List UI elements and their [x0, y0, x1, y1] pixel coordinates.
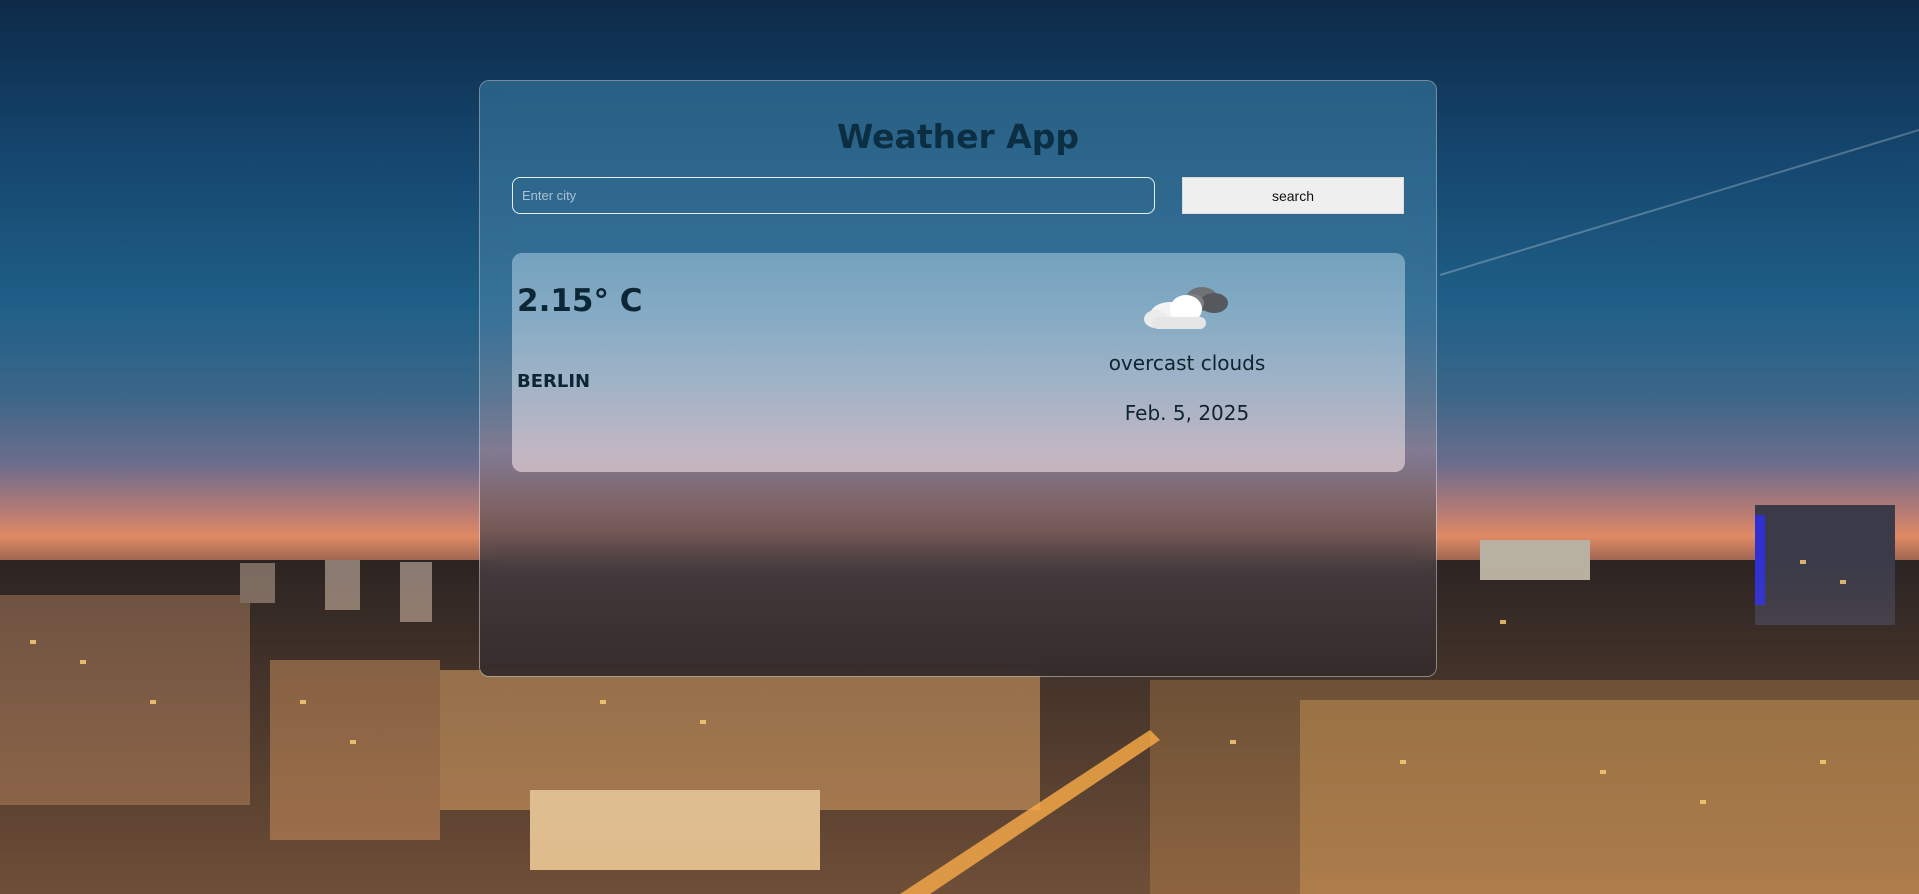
city-search-input[interactable]	[512, 177, 1155, 214]
temperature-value: 2.15° C	[517, 283, 643, 319]
city-name: BERLIN	[517, 371, 591, 392]
cloud-icon	[1144, 287, 1228, 329]
search-button[interactable]: search	[1182, 177, 1404, 214]
app-title: Weather App	[836, 117, 1080, 156]
weather-date: Feb. 5, 2025	[1124, 401, 1250, 425]
weather-app-card: Weather App search 2.15° C BERLIN overca…	[479, 80, 1437, 677]
weather-result-panel: 2.15° C BERLIN overcast clouds Feb. 5, 2…	[512, 253, 1405, 472]
weather-description: overcast clouds	[1108, 351, 1266, 375]
